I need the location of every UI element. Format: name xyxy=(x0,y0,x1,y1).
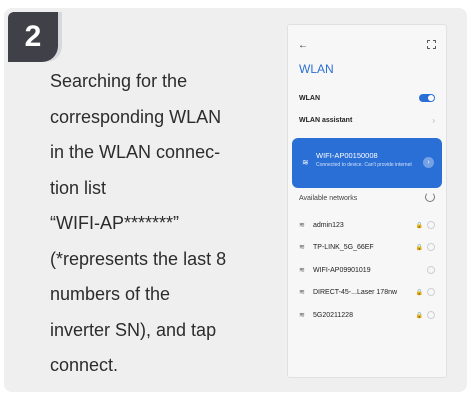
network-details-icon[interactable] xyxy=(427,221,435,229)
refresh-icon[interactable] xyxy=(425,192,435,202)
network-item[interactable]: ≋ DIRECT-45-...Laser 178nw 🔒 xyxy=(299,285,435,299)
wifi-icon: ≋ xyxy=(299,244,305,251)
wlan-toggle[interactable] xyxy=(419,94,435,102)
network-ssid: 5G20211228 xyxy=(313,311,353,319)
network-details-icon[interactable] xyxy=(427,288,435,296)
wlan-assistant-row[interactable]: WLAN assistant › xyxy=(299,113,435,127)
network-details-icon[interactable] xyxy=(427,243,435,251)
lock-icon: 🔒 xyxy=(415,289,423,296)
instruction-line: corresponding WLAN xyxy=(50,106,222,127)
network-ssid: TP-LINK_5G_66EF xyxy=(313,243,374,251)
connected-network[interactable]: ≋ WIFI-AP00150008 Connected to device. C… xyxy=(292,138,442,188)
available-networks-label: Available networks xyxy=(299,195,358,202)
network-item[interactable]: ≋ WIFI-AP09901019 xyxy=(299,263,435,277)
wifi-icon: ≋ xyxy=(299,312,305,319)
network-details-icon[interactable] xyxy=(427,266,435,274)
network-ssid: WIFI-AP09901019 xyxy=(313,266,371,274)
back-arrow-icon[interactable]: ← xyxy=(298,40,308,51)
instruction-line: inverter SN), and tap xyxy=(50,319,217,340)
lock-icon: 🔒 xyxy=(415,222,423,229)
instruction-card: 2 Searching for the corresponding WLAN i… xyxy=(4,8,467,392)
connected-ssid: WIFI-AP00150008 xyxy=(316,151,378,160)
instruction-line: “WIFI-AP*******” xyxy=(50,213,180,233)
wifi-icon: ≋ xyxy=(299,267,305,274)
connected-status: Connected to device. Can't provide inter… xyxy=(316,162,412,168)
wifi-icon: ≋ xyxy=(302,158,309,167)
instruction-line: connect. xyxy=(50,355,119,375)
lock-icon: 🔒 xyxy=(415,312,423,319)
wifi-icon: ≋ xyxy=(299,222,305,229)
instruction-line: (*represents the last 8 xyxy=(50,248,227,269)
scan-icon[interactable] xyxy=(427,40,436,49)
instruction-line: numbers of the xyxy=(50,284,171,304)
instruction-line: in the WLAN connec- xyxy=(50,142,221,162)
network-details-icon[interactable] xyxy=(427,311,435,319)
wlan-assistant-label: WLAN assistant xyxy=(299,116,353,124)
network-item[interactable]: ≋ admin123 🔒 xyxy=(299,218,435,232)
chevron-right-icon: › xyxy=(432,115,435,125)
instruction-line: tion list xyxy=(50,177,107,198)
step-number-badge: 2 xyxy=(8,12,58,62)
info-arrow-icon[interactable]: › xyxy=(423,157,434,168)
network-item[interactable]: ≋ TP-LINK_5G_66EF 🔒 xyxy=(299,240,435,254)
wlan-label: WLAN xyxy=(299,94,320,102)
network-item[interactable]: ≋ 5G20211228 🔒 xyxy=(299,308,435,322)
lock-icon: 🔒 xyxy=(415,244,423,251)
instruction-text: Searching for the corresponding WLAN in … xyxy=(50,64,272,384)
wlan-toggle-row[interactable]: WLAN xyxy=(299,91,435,105)
phone-screenshot: ← WLAN WLAN WLAN assistant › ≋ WIFI-AP00… xyxy=(287,24,447,378)
network-ssid: admin123 xyxy=(313,221,344,229)
network-ssid: DIRECT-45-...Laser 178nw xyxy=(313,288,398,296)
page-title: WLAN xyxy=(299,62,334,76)
instruction-line: Searching for the xyxy=(50,71,188,91)
wifi-icon: ≋ xyxy=(299,289,305,296)
